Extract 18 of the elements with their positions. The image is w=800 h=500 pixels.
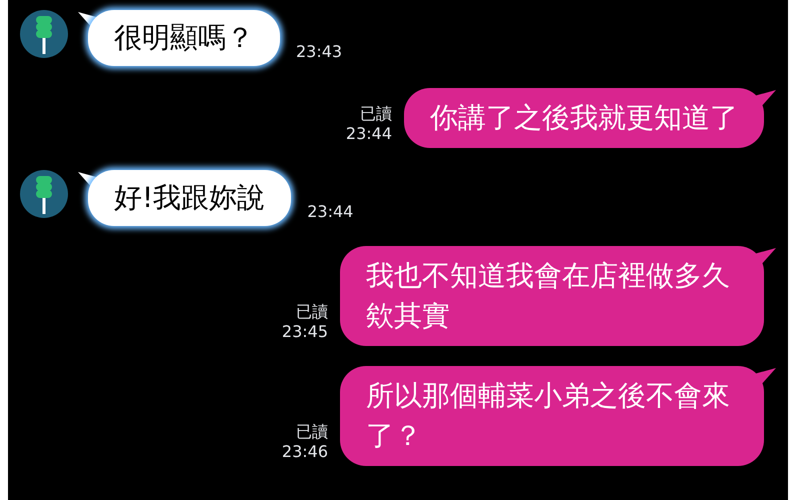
message-bubble: 很明顯嗎？ <box>88 10 280 66</box>
avatar-icon[interactable] <box>20 170 68 218</box>
read-receipt: 已讀 <box>296 422 328 442</box>
message-bubble: 好!我跟妳說 <box>88 170 292 226</box>
message-time: 23:43 <box>296 41 342 63</box>
read-receipt: 已讀 <box>296 302 328 322</box>
message-bubble: 我也不知道我會在店裡做多久欸其實 <box>340 246 764 346</box>
bubble-tail <box>754 90 776 108</box>
message-time: 23:44 <box>307 201 354 223</box>
message-time: 23:44 <box>346 124 392 144</box>
avatar-icon[interactable] <box>20 10 68 58</box>
message-time: 23:46 <box>282 442 328 462</box>
message-bubble: 所以那個輔菜小弟之後不會來了？ <box>340 366 764 466</box>
bubble-tail <box>754 248 776 266</box>
read-receipt: 已讀 <box>360 104 392 124</box>
message-bubble: 你講了之後我就更知道了 <box>404 88 764 148</box>
message-time: 23:45 <box>282 322 328 342</box>
bubble-tail <box>754 368 776 386</box>
